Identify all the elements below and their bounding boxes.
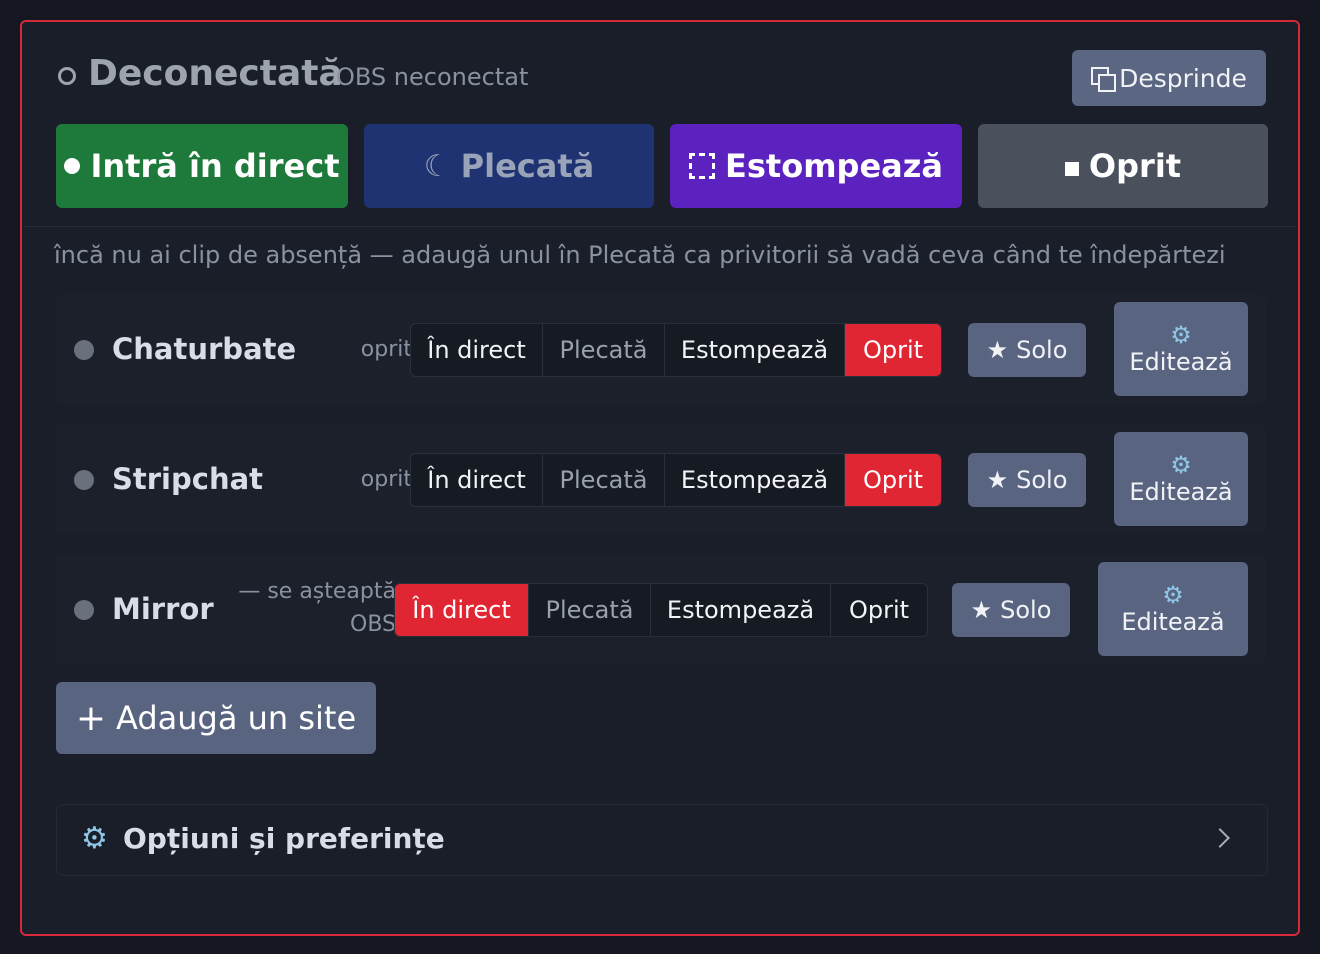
seg-live-button[interactable]: În direct — [411, 324, 543, 376]
site-mode-selector: În direct Plecată Estompează Oprit — [410, 453, 942, 507]
connection-status-title: Deconectată — [88, 53, 343, 94]
site-state: oprit — [360, 337, 412, 362]
gear-icon: ⚙ — [81, 821, 108, 856]
seg-live-button[interactable]: În direct — [411, 454, 543, 506]
star-icon: ★ — [986, 336, 1009, 364]
away-clip-hint: încă nu ai clip de absență — adaugă unul… — [54, 241, 1226, 269]
seg-away-button[interactable]: Plecată — [543, 454, 665, 506]
site-name: Chaturbate — [112, 332, 297, 366]
site-status-dot-icon — [74, 470, 94, 490]
site-status-dot-icon — [74, 600, 94, 620]
site-name: Mirror — [112, 592, 214, 626]
gear-icon: ⚙ — [1162, 581, 1184, 609]
gear-icon: ⚙ — [1170, 321, 1192, 349]
options-expander[interactable]: ⚙ Opțiuni și preferințe — [56, 804, 1268, 876]
plus-icon: + — [75, 697, 106, 739]
seg-stop-button[interactable]: Oprit — [831, 584, 927, 636]
solo-label: Solo — [1000, 596, 1052, 624]
add-site-button[interactable]: + Adaugă un site — [56, 682, 376, 754]
solo-button[interactable]: ★ Solo — [968, 453, 1086, 507]
edit-label: Editează — [1121, 608, 1225, 636]
site-mode-selector: În direct Plecată Estompează Oprit — [394, 583, 928, 637]
site-state-line1: — se așteaptă — [238, 579, 396, 604]
seg-live-button[interactable]: În direct — [395, 584, 529, 636]
solo-button[interactable]: ★ Solo — [952, 583, 1070, 637]
gear-icon: ⚙ — [1170, 451, 1192, 479]
edit-site-button[interactable]: ⚙ Editează — [1114, 302, 1248, 396]
edit-site-button[interactable]: ⚙ Editează — [1098, 562, 1248, 656]
options-label: Opțiuni și preferințe — [123, 822, 445, 855]
seg-stop-button[interactable]: Oprit — [845, 454, 941, 506]
stop-button[interactable]: Oprit — [978, 124, 1268, 208]
header-divider — [24, 226, 1296, 227]
solo-label: Solo — [1016, 466, 1068, 494]
stop-square-icon — [1064, 162, 1079, 176]
site-row-chaturbate: Chaturbate oprit În direct Plecată Estom… — [56, 294, 1266, 404]
seg-away-button[interactable]: Plecată — [543, 324, 665, 376]
moon-icon: ☾ — [423, 148, 451, 184]
site-mode-selector: În direct Plecată Estompează Oprit — [410, 323, 942, 377]
seg-blur-button[interactable]: Estompează — [651, 584, 831, 636]
site-state: oprit — [360, 467, 412, 492]
blur-button[interactable]: Estompează — [670, 124, 962, 208]
chevron-right-icon — [1210, 828, 1230, 848]
seg-away-button[interactable]: Plecată — [529, 584, 651, 636]
detach-button[interactable]: Desprinde — [1072, 50, 1266, 106]
dashed-square-icon — [689, 153, 716, 179]
live-dot-icon — [64, 158, 81, 174]
go-live-button[interactable]: Intră în direct — [56, 124, 348, 208]
solo-label: Solo — [1016, 336, 1068, 364]
edit-label: Editează — [1129, 348, 1233, 376]
site-status-dot-icon — [74, 340, 94, 360]
seg-blur-button[interactable]: Estompează — [665, 454, 845, 506]
detach-label: Desprinde — [1119, 63, 1247, 93]
star-icon: ★ — [970, 596, 993, 624]
obs-status-text: OBS neconectat — [336, 63, 529, 91]
edit-label: Editează — [1129, 478, 1233, 506]
away-label: Plecată — [460, 147, 595, 185]
star-icon: ★ — [986, 466, 1009, 494]
detach-window-icon — [1091, 67, 1117, 92]
status-header: Deconectată OBS neconectat Desprinde — [56, 50, 1266, 106]
site-row-stripchat: Stripchat oprit În direct Plecată Estomp… — [56, 424, 1266, 534]
go-live-label: Intră în direct — [90, 147, 340, 185]
seg-blur-button[interactable]: Estompează — [665, 324, 845, 376]
edit-site-button[interactable]: ⚙ Editează — [1114, 432, 1248, 526]
solo-button[interactable]: ★ Solo — [968, 323, 1086, 377]
stop-label: Oprit — [1088, 147, 1182, 185]
stream-control-panel: Deconectată OBS neconectat Desprinde Int… — [20, 20, 1300, 936]
add-site-label: Adaugă un site — [116, 699, 357, 737]
site-state-line2: OBS — [350, 612, 396, 637]
site-name: Stripchat — [112, 462, 264, 496]
away-button[interactable]: ☾ Plecată — [364, 124, 654, 208]
blur-label: Estompează — [725, 147, 943, 185]
seg-stop-button[interactable]: Oprit — [845, 324, 941, 376]
status-indicator-icon — [58, 67, 76, 85]
global-mode-buttons: Intră în direct ☾ Plecată Estompează Opr… — [56, 124, 1268, 208]
site-row-mirror: Mirror — se așteaptă OBS În direct Pleca… — [56, 554, 1266, 664]
